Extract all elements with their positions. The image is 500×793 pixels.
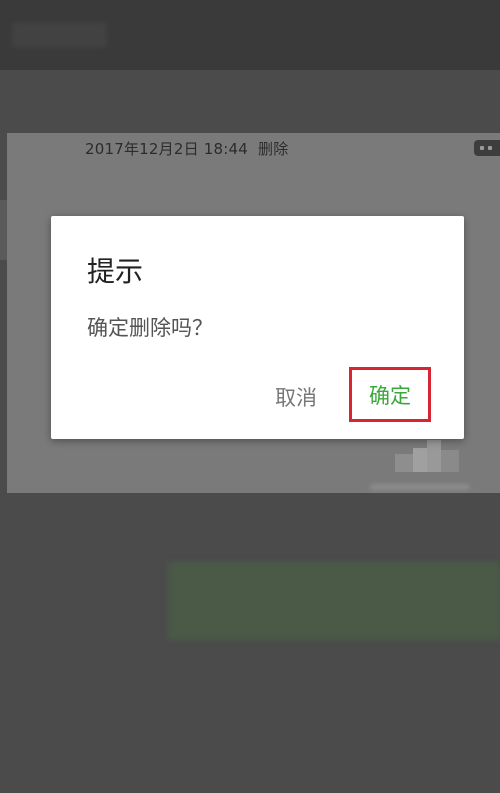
background-green-block <box>168 562 500 640</box>
confirm-button[interactable]: 确定 <box>349 367 431 422</box>
top-bar-title-blurred <box>12 22 107 48</box>
post-timestamp: 2017年12月2日 18:44 删除 <box>85 138 288 159</box>
top-bar <box>0 0 500 70</box>
pixelated-area <box>395 440 465 480</box>
dialog-message: 确定删除吗？ <box>87 316 213 340</box>
timestamp-text: 2017年12月2日 18:44 <box>85 140 249 158</box>
dialog-title: 提示 <box>87 255 144 288</box>
background-left-edge <box>0 200 7 260</box>
pixelated-line <box>370 484 470 490</box>
cancel-button[interactable]: 取消 <box>275 382 317 412</box>
delete-link[interactable]: 删除 <box>258 140 288 158</box>
confirm-dialog: 提示 确定删除吗？ 取消 确定 <box>51 216 464 439</box>
confirm-button-label: 确定 <box>369 383 411 408</box>
comment-icon[interactable] <box>474 140 500 156</box>
